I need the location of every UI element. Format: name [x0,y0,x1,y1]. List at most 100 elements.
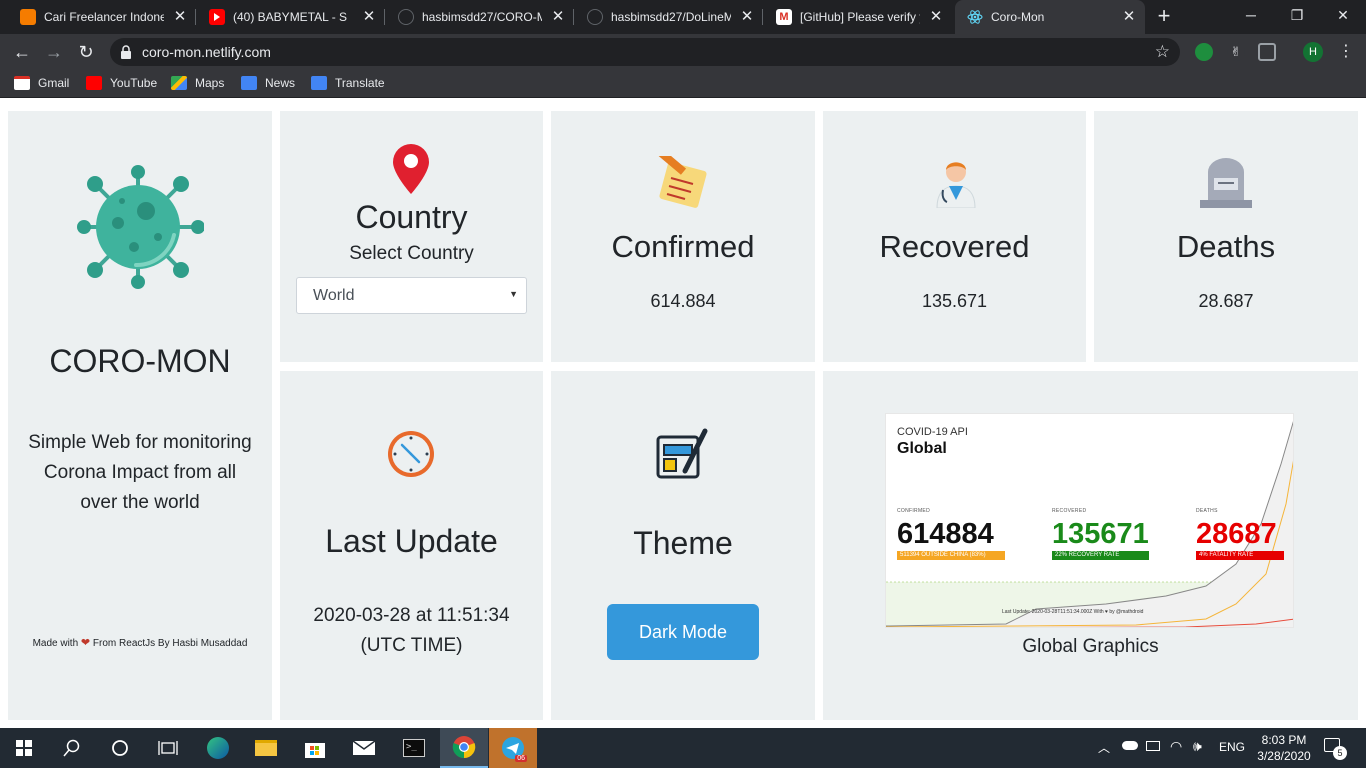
notification-count: 5 [1333,746,1347,760]
graphic-heading: Global [897,440,947,457]
dark-mode-button[interactable]: Dark Mode [607,604,759,660]
back-button[interactable]: ← [10,40,34,64]
notification-center-button[interactable]: 5 [1324,738,1347,760]
graphic-deaths-note: 4% FATALITY RATE [1196,551,1284,560]
gmail-icon [14,76,30,90]
task-view-button[interactable] [144,728,192,768]
extension-hand-icon[interactable]: ✌ [1227,43,1245,61]
tab-coro-mon[interactable]: Coro-Mon ✕ [955,0,1145,34]
last-update-title: Last Update [325,523,498,559]
palette-brush-icon [656,428,708,479]
deaths-value: 28.687 [1198,291,1254,311]
telegram-taskbar-button[interactable]: 06 [489,728,537,768]
minimize-button[interactable]: ─ [1228,0,1274,34]
mail-button[interactable] [340,728,388,768]
battery-icon[interactable] [1146,741,1160,751]
cortana-button[interactable] [96,728,144,768]
graphic-api-label: COVID-19 API [897,426,968,438]
bookmark-maps[interactable]: Maps [171,76,224,90]
freelancer-icon [20,9,36,25]
tab-github-coromon[interactable]: hasbimsdd27/CORO-M ✕ [386,0,574,34]
heart-icon: ❤ [80,637,91,649]
extension-green-icon[interactable] [1195,43,1213,61]
address-bar[interactable]: coro-mon.netlify.com ☆ [110,38,1180,66]
close-icon[interactable]: ✕ [361,9,377,25]
bookmarks-bar: Gmail YouTube Maps News Translate [0,70,1366,98]
bookmark-star-icon[interactable]: ☆ [1155,42,1170,62]
last-update-zone: (UTC TIME) [360,635,463,656]
tray-chevron-icon[interactable]: ︿ [1098,739,1110,756]
close-icon[interactable]: ✕ [172,9,188,25]
graphic-caption: Global Graphics [1022,636,1159,657]
recovered-label: Recovered [879,229,1030,264]
close-window-button[interactable]: ✕ [1320,0,1366,34]
deaths-card: Deaths 28.687 [1094,111,1358,362]
browser-menu-icon[interactable]: ⋮ [1338,42,1354,62]
wifi-icon[interactable]: ◠ [1170,738,1182,755]
theme-card: Theme Dark Mode [551,371,815,720]
profile-avatar[interactable]: H [1303,42,1323,62]
graphic-confirmed-note: 511394 OUTSIDE CHINA (83%) [897,551,1005,560]
browser-toolbar: ← → ↻ coro-mon.netlify.com ☆ ✌ H ⋮ [0,34,1366,70]
bookmark-youtube[interactable]: YouTube [86,76,157,90]
tab-gmail[interactable]: M [GitHub] Please verify y ✕ [764,0,952,34]
search-icon [63,739,80,757]
bookmark-gmail[interactable]: Gmail [14,76,69,90]
location-pin-icon [393,144,429,194]
edge-icon [207,737,229,759]
close-icon[interactable]: ✕ [739,9,755,25]
maximize-button[interactable]: ❐ [1274,0,1320,34]
url-text: coro-mon.netlify.com [142,44,271,60]
bookmark-news[interactable]: News [241,76,295,90]
global-graphics-card: COVID-19 API Global CONFIRMED 614884 511… [823,371,1358,720]
file-explorer-button[interactable] [242,728,290,768]
graphic-deaths-label: DEATHS [1196,508,1218,514]
search-button[interactable] [48,728,96,768]
folder-icon [255,740,277,756]
forward-button[interactable]: → [42,40,66,64]
confirmed-value: 614.884 [650,291,716,311]
graphic-footer: Last Update: 2020-03-28T11:51:34.000Z Wi… [1002,609,1144,615]
extension-camera-icon[interactable] [1258,43,1276,61]
bookmark-translate[interactable]: Translate [311,76,385,90]
language-indicator[interactable]: ENG [1219,740,1245,754]
store-button[interactable] [291,728,339,768]
close-icon[interactable]: ✕ [550,9,566,25]
translate-icon [311,76,327,90]
react-icon [967,9,983,25]
close-icon[interactable]: ✕ [1121,9,1137,25]
recovered-card: Recovered 135.671 [823,111,1086,362]
start-button[interactable] [0,728,48,768]
country-title: Country [355,199,468,235]
country-subtitle: Select Country [349,243,474,264]
clock-icon [388,431,434,477]
system-clock[interactable]: 8:03 PM 3/28/2020 [1252,732,1316,764]
edge-taskbar-button[interactable] [194,728,242,768]
country-select[interactable]: World ▼ [296,277,527,314]
new-tab-button[interactable]: + [1152,5,1176,29]
recovered-value: 135.671 [921,291,988,311]
tab-github-dolinem[interactable]: hasbimsdd27/DoLineM ✕ [575,0,763,34]
onedrive-icon[interactable] [1122,741,1138,750]
confirmed-label: Confirmed [611,229,755,264]
store-icon [305,743,325,758]
volume-icon[interactable]: 🕪 [1193,738,1202,755]
chrome-taskbar-button[interactable] [440,728,488,768]
tab-freelancer[interactable]: Cari Freelancer Indones ✕ [8,0,196,34]
task-view-icon [158,741,178,755]
app-footer: Made with ❤ From ReactJs By Hasbi Musadd… [32,637,248,649]
global-graphic-image[interactable]: COVID-19 API Global CONFIRMED 614884 511… [885,413,1294,628]
country-card: Country Select Country World ▼ [280,111,543,362]
confirmed-card: Confirmed 614.884 [551,111,815,362]
app-title: CORO-MON [49,343,231,379]
youtube-icon [209,9,225,25]
github-icon [398,9,414,25]
deaths-label: Deaths [1176,229,1276,264]
reload-button[interactable]: ↻ [74,40,98,64]
last-update-card: Last Update 2020-03-28 at 11:51:34 (UTC … [280,371,543,720]
tab-youtube[interactable]: (40) BABYMETAL - S ✕ [197,0,385,34]
close-icon[interactable]: ✕ [928,9,944,25]
cortana-icon [112,740,128,756]
terminal-button[interactable]: >_ [390,728,438,768]
news-icon [241,76,257,90]
